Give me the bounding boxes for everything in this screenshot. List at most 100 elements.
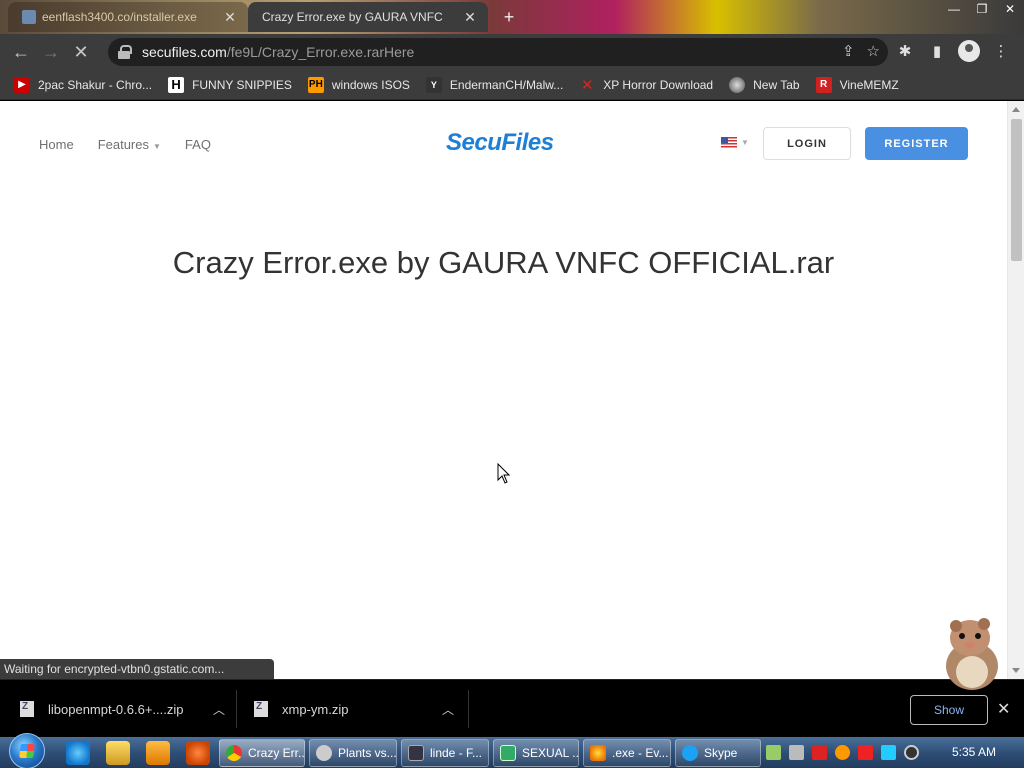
mouse-cursor-icon [497, 463, 511, 484]
tab-title: eenflash3400.co/installer.exe [42, 10, 197, 24]
scroll-up-icon[interactable] [1012, 107, 1020, 112]
status-bubble: Waiting for encrypted-vtbn0.gstatic.com.… [0, 659, 275, 679]
taskbar-button[interactable]: Crazy Err... [219, 739, 305, 767]
zip-file-icon [254, 701, 268, 717]
page-viewport: Home Features ▼ FAQ SecuFiles ▼ LOGIN REG… [0, 101, 1024, 679]
login-button[interactable]: LOGIN [763, 127, 851, 160]
tray-icon[interactable] [881, 745, 896, 760]
chevron-down-icon: ▼ [153, 142, 161, 151]
window-controls: — ❐ ✕ [940, 0, 1024, 22]
show-all-button[interactable]: Show [910, 695, 988, 725]
tab-title: Crazy Error.exe by GAURA VNFC [262, 10, 443, 24]
site-nav: Home Features ▼ FAQ [39, 137, 211, 152]
taskbar-button[interactable]: .exe - Ev... [583, 739, 671, 767]
bookmark-item[interactable]: PH windows ISOS [307, 76, 410, 93]
browser-toolbar: ← → ✕ secufiles.com/fe9L/Crazy_Error.exe… [0, 34, 1024, 70]
x-icon: ✕ [580, 76, 594, 94]
internet-explorer-icon[interactable] [66, 741, 90, 765]
chevron-up-icon[interactable]: ︿ [442, 701, 454, 718]
divider [236, 690, 237, 728]
tab-close-icon[interactable]: ✕ [462, 9, 478, 26]
tab-favicon-icon [22, 10, 36, 24]
share-icon[interactable]: ⇪ [842, 42, 855, 60]
divider [468, 690, 469, 728]
h-icon: H [168, 76, 185, 93]
bookmark-item[interactable]: ▶ 2pac Shakur - Chro... [14, 76, 152, 93]
tab-crazy-error[interactable]: Crazy Error.exe by GAURA VNFC ✕ [248, 2, 488, 32]
restore-icon[interactable]: ❐ [968, 0, 996, 18]
nav-faq-link[interactable]: FAQ [185, 137, 211, 152]
tray-icon[interactable] [904, 745, 919, 760]
tab-installer[interactable]: eenflash3400.co/installer.exe ✕ [8, 2, 248, 32]
system-tray [766, 745, 919, 760]
language-select[interactable]: ▼ [721, 137, 749, 148]
skype-icon [682, 745, 698, 761]
download-item[interactable]: xmp-ym.zip ︿ [254, 680, 454, 738]
tray-icon[interactable] [835, 745, 850, 760]
taskbar-button[interactable]: Plants vs... [309, 739, 397, 767]
url-host: secufiles.com [142, 44, 227, 60]
bookmark-item[interactable]: H FUNNY SNIPPIES [168, 76, 292, 93]
side-panel-icon[interactable]: ▮ [926, 40, 948, 62]
nav-features-link[interactable]: Features ▼ [98, 137, 161, 152]
download-item[interactable]: libopenmpt-0.6.6+....zip ︿ [20, 680, 225, 738]
tray-icon[interactable] [812, 745, 827, 760]
profile-avatar-icon[interactable] [958, 40, 980, 62]
close-window-icon[interactable]: ✕ [996, 0, 1024, 18]
page-title: Crazy Error.exe by GAURA VNFC OFFICIAL.r… [172, 245, 835, 280]
scroll-thumb[interactable] [1011, 119, 1022, 261]
bookmark-item[interactable]: Y EndermanCH/Malw... [425, 76, 563, 93]
plants-icon [316, 745, 332, 761]
tray-icon[interactable] [858, 745, 873, 760]
chevron-down-icon: ▼ [741, 138, 749, 147]
tab-close-icon[interactable]: ✕ [222, 9, 238, 26]
close-icon[interactable]: ✕ [997, 699, 1010, 719]
start-button[interactable] [9, 733, 45, 768]
youtube-icon: ▶ [14, 76, 30, 93]
search-icon [590, 745, 606, 761]
tray-icon[interactable] [766, 745, 781, 760]
taskbar-button[interactable]: Skype [675, 739, 761, 767]
bookmark-item[interactable]: R VineMEMZ [815, 76, 899, 93]
tab-strip: eenflash3400.co/installer.exe ✕ Crazy Er… [0, 0, 1024, 34]
forward-arrow-icon[interactable]: → [36, 37, 66, 67]
new-tab-button[interactable]: + [498, 6, 520, 28]
bookmark-item[interactable]: ✕ XP Horror Download [579, 76, 713, 94]
site-logo[interactable]: SecuFiles [446, 129, 554, 157]
tray-icon[interactable] [789, 745, 804, 760]
download-bar: libopenmpt-0.6.6+....zip ︿ xmp-ym.zip ︿ … [0, 679, 1024, 737]
page-scrollbar[interactable] [1007, 101, 1024, 679]
r-icon: R [815, 76, 832, 93]
chevron-up-icon[interactable]: ︿ [213, 701, 225, 718]
zip-file-icon [20, 701, 34, 717]
bookmarks-bar: ▶ 2pac Shakur - Chro... H FUNNY SNIPPIES P… [0, 70, 1024, 100]
back-arrow-icon[interactable]: ← [6, 37, 36, 67]
lock-icon[interactable] [118, 45, 132, 59]
address-bar[interactable]: secufiles.com/fe9L/Crazy_Error.exe.rarHe… [108, 38, 888, 66]
menu-kebab-icon[interactable]: ⋮ [990, 40, 1012, 62]
register-button[interactable]: REGISTER [865, 127, 968, 160]
extensions-puzzle-icon[interactable]: ✱ [894, 40, 916, 62]
taskbar-button[interactable]: SEXUAL ... [493, 739, 579, 767]
globe-icon [729, 76, 746, 93]
y-icon: Y [425, 76, 442, 93]
xm-icon [408, 745, 424, 761]
clock[interactable]: 5:35 AM [952, 745, 996, 759]
hamster-mascot-icon [946, 618, 998, 690]
us-flag-icon [721, 137, 737, 148]
scroll-down-icon[interactable] [1012, 668, 1020, 673]
app-pinned-icon[interactable] [186, 741, 210, 765]
chrome-icon [226, 745, 242, 761]
minimize-icon[interactable]: — [940, 0, 968, 18]
bookmark-star-icon[interactable]: ☆ [867, 42, 880, 60]
url-path: /fe9L/Crazy_Error.exe.rarHere [226, 44, 415, 60]
app-window-icon [500, 745, 516, 761]
media-player-icon[interactable] [146, 741, 170, 765]
stop-loading-icon[interactable]: ✕ [66, 37, 96, 67]
ph-icon: PH [307, 76, 324, 93]
taskbar-button[interactable]: linde - F... [401, 739, 489, 767]
folder-icon[interactable] [106, 741, 130, 765]
nav-home-link[interactable]: Home [39, 137, 74, 152]
bookmark-item[interactable]: New Tab [729, 76, 800, 93]
windows-taskbar: Crazy Err... Plants vs... linde - F... S… [0, 733, 1024, 768]
